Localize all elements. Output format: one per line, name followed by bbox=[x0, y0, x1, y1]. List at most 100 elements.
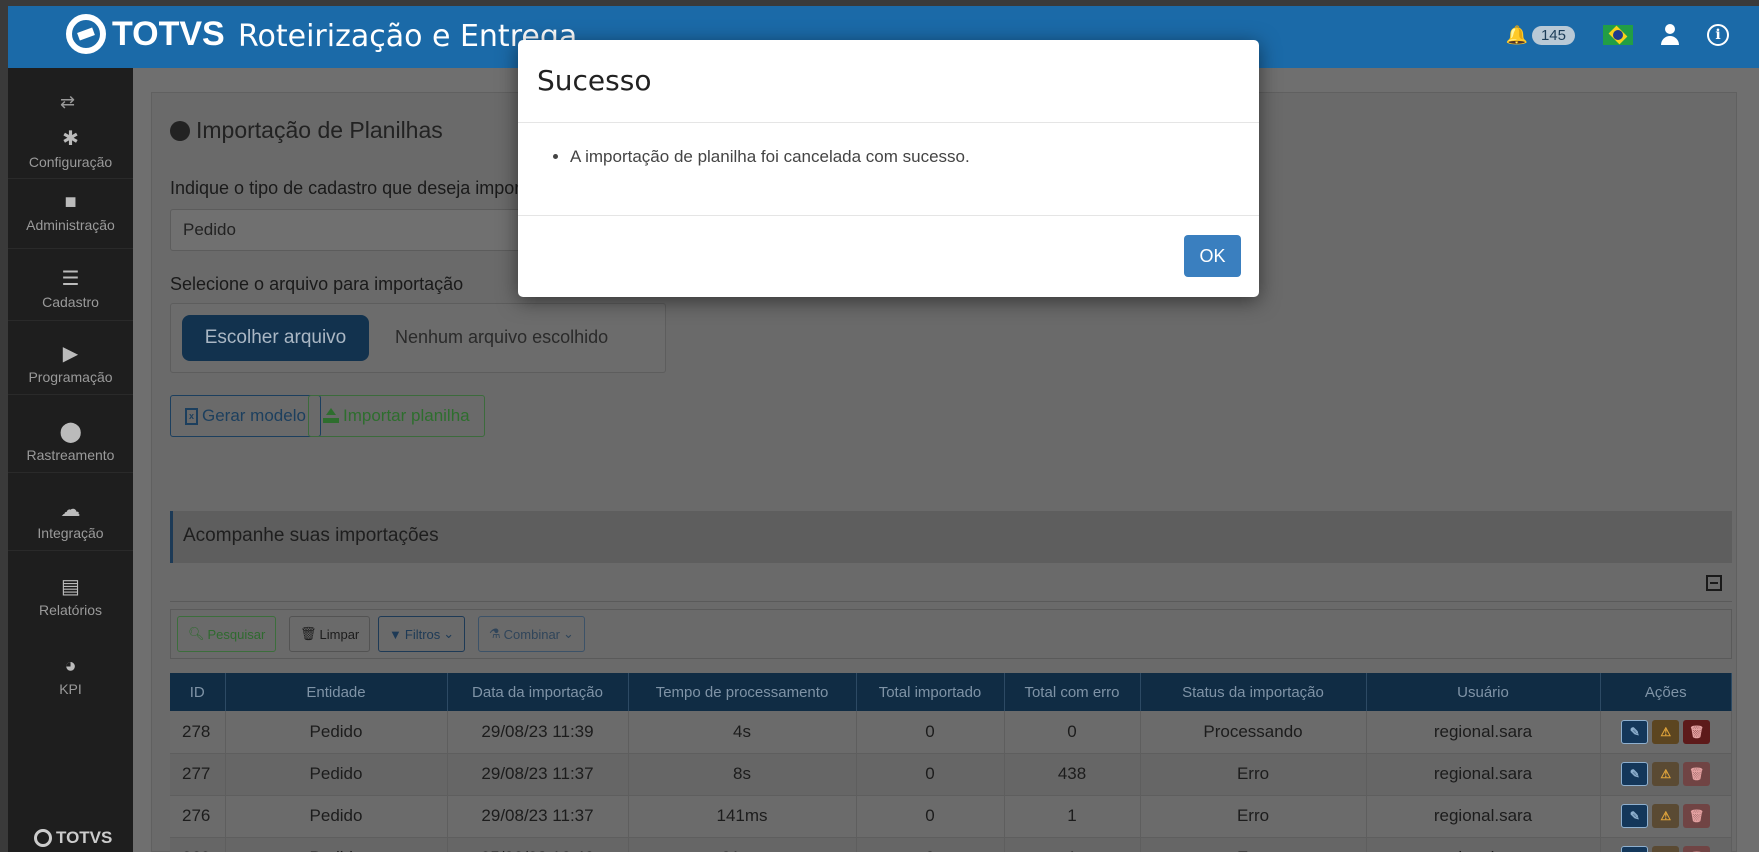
edit-icon[interactable]: ✎ bbox=[1621, 719, 1649, 744]
delete-icon[interactable]: 🗑︎ bbox=[1683, 804, 1711, 828]
globe-icon bbox=[170, 120, 190, 141]
cell-user: regional.sara bbox=[1366, 711, 1601, 754]
cell-actions: ✎ ⚠ 🗑︎ bbox=[1600, 753, 1732, 796]
search-icon: 🔍︎ bbox=[188, 626, 205, 641]
trash-icon: 🗑︎ bbox=[300, 626, 317, 641]
sidebar-item-integracao[interactable]: ☁ Integração bbox=[8, 499, 133, 541]
column-header[interactable]: Entidade bbox=[225, 673, 448, 711]
warning-icon[interactable]: ⚠ bbox=[1652, 846, 1680, 852]
sidebar-item-cadastro[interactable]: ☰ Cadastro bbox=[8, 268, 133, 310]
info-icon[interactable]: i bbox=[1707, 24, 1729, 46]
footer-logo-text: TOTVS bbox=[56, 828, 113, 847]
sidebar-divider bbox=[8, 550, 133, 551]
sidebar-item-configuracao[interactable]: ✱ Configuração bbox=[8, 128, 133, 170]
column-header[interactable]: Total com erro bbox=[1004, 673, 1141, 711]
warning-icon[interactable]: ⚠ bbox=[1652, 762, 1680, 786]
warning-icon[interactable]: ⚠ bbox=[1652, 719, 1680, 744]
sidebar-divider bbox=[8, 320, 133, 321]
generate-model-button[interactable]: x Gerar modelo bbox=[170, 395, 321, 437]
notifications-button[interactable]: 🔔 145 bbox=[1506, 25, 1575, 46]
chevron-down-icon: ⌄ bbox=[443, 626, 455, 641]
ok-button[interactable]: OK bbox=[1184, 235, 1241, 277]
cell-errors: 1 bbox=[1004, 837, 1141, 852]
column-header[interactable]: Status da importação bbox=[1140, 673, 1367, 711]
edit-icon[interactable]: ✎ bbox=[1621, 762, 1649, 786]
cell-entity: Pedido bbox=[225, 711, 448, 754]
modal-message: A importação de planilha foi cancelada c… bbox=[570, 147, 970, 167]
column-header[interactable]: Usuário bbox=[1366, 673, 1601, 711]
flask-icon: ⚗ bbox=[489, 626, 501, 641]
success-modal: Sucesso A importação de planilha foi can… bbox=[518, 40, 1259, 297]
sidebar-divider bbox=[8, 394, 133, 395]
swap-icon[interactable]: ⇄ bbox=[60, 92, 75, 113]
sidebar-divider bbox=[8, 248, 133, 249]
column-header[interactable]: ID bbox=[170, 673, 226, 711]
sidebar-divider bbox=[8, 472, 133, 473]
delete-icon[interactable]: 🗑︎ bbox=[1683, 719, 1711, 744]
cell-errors: 438 bbox=[1004, 753, 1141, 796]
column-header[interactable]: Tempo de processamento bbox=[628, 673, 857, 711]
cell-id: 277 bbox=[170, 753, 226, 796]
edit-icon[interactable]: ✎ bbox=[1621, 804, 1649, 828]
clear-button[interactable]: 🗑︎ Limpar bbox=[289, 616, 371, 652]
table-row[interactable]: 278 Pedido 29/08/23 11:39 4s 0 0 Process… bbox=[170, 711, 1732, 754]
delete-icon[interactable]: 🗑︎ bbox=[1683, 762, 1711, 786]
cell-id: 269 bbox=[170, 837, 226, 852]
cell-time: 141ms bbox=[628, 795, 857, 838]
filters-button[interactable]: ▼ Filtros ⌄ bbox=[378, 616, 466, 652]
imports-section-header: Acompanhe suas importações bbox=[170, 511, 1732, 563]
cell-status: Processando bbox=[1140, 711, 1367, 754]
list-icon: ☰ bbox=[61, 268, 80, 290]
column-header[interactable]: Data da importação bbox=[447, 673, 629, 711]
edit-icon[interactable]: ✎ bbox=[1621, 846, 1649, 852]
sidebar-item-label: KPI bbox=[59, 681, 82, 697]
table-row[interactable]: 277 Pedido 29/08/23 11:37 8s 0 438 Erro … bbox=[170, 753, 1732, 796]
file-label: Selecione o arquivo para importação bbox=[170, 274, 464, 294]
cell-id: 276 bbox=[170, 795, 226, 838]
sidebar-item-relatorios[interactable]: ▤ Relatórios bbox=[8, 576, 133, 618]
cell-time: 21ms bbox=[628, 837, 857, 852]
imports-table: ID Entidade Data da importação Tempo de … bbox=[170, 673, 1732, 852]
search-label: Pesquisar bbox=[207, 626, 266, 642]
upload-icon bbox=[323, 408, 339, 424]
table-row[interactable]: 276 Pedido 29/08/23 11:37 141ms 0 1 Erro… bbox=[170, 795, 1732, 838]
cell-date: 25/08/23 16:40 bbox=[447, 837, 629, 852]
cloud-icon: ☁ bbox=[60, 499, 81, 521]
column-header[interactable]: Total importado bbox=[856, 673, 1005, 711]
sidebar-item-rastreamento[interactable]: ⬤ Rastreamento bbox=[8, 421, 133, 463]
type-select[interactable]: Pedido bbox=[170, 209, 530, 251]
excel-icon: x bbox=[185, 407, 198, 425]
sidebar-item-label: Administração bbox=[26, 217, 115, 233]
filter-icon: ▼ bbox=[389, 626, 402, 642]
cell-user: regional.sara bbox=[1366, 837, 1601, 852]
sidebar-item-administracao[interactable]: ■ Administração bbox=[8, 191, 133, 233]
sidebar-item-label: Relatórios bbox=[38, 602, 103, 618]
cell-time: 4s bbox=[628, 711, 857, 754]
delete-icon[interactable]: 🗑︎ bbox=[1683, 846, 1711, 852]
search-button[interactable]: 🔍︎ Pesquisar bbox=[177, 616, 277, 652]
collapse-icon[interactable] bbox=[1706, 575, 1722, 591]
cell-entity: Pedido bbox=[225, 837, 448, 852]
table-toolbar: 🔍︎ Pesquisar 🗑︎ Limpar ▼ Filtros ⌄ ⚗ Com… bbox=[170, 609, 1732, 659]
table-row[interactable]: 269 Pedido 25/08/23 16:40 21ms 0 1 Erro … bbox=[170, 837, 1732, 852]
table-header-row: ID Entidade Data da importação Tempo de … bbox=[170, 673, 1732, 711]
choose-file-button[interactable]: Escolher arquivo bbox=[182, 315, 369, 361]
sidebar-item-kpi[interactable]: ◕ KPI bbox=[8, 655, 133, 697]
totvs-logo[interactable]: TOTVS bbox=[66, 14, 225, 54]
import-sheet-button[interactable]: Importar planilha bbox=[308, 395, 485, 437]
user-icon[interactable] bbox=[1661, 24, 1679, 46]
file-input[interactable]: Escolher arquivo Nenhum arquivo escolhid… bbox=[170, 303, 666, 373]
brazil-flag-icon[interactable] bbox=[1603, 25, 1633, 45]
chevron-down-icon: ⌄ bbox=[563, 626, 574, 641]
file-status: Nenhum arquivo escolhido bbox=[395, 327, 609, 347]
map-marker-icon: ⬤ bbox=[59, 421, 82, 443]
modal-body: A importação de planilha foi cancelada c… bbox=[570, 147, 970, 167]
cell-entity: Pedido bbox=[225, 753, 448, 796]
warning-icon[interactable]: ⚠ bbox=[1652, 804, 1680, 828]
clear-label: Limpar bbox=[319, 626, 360, 642]
totvs-logo-icon bbox=[66, 14, 106, 54]
sidebar-item-label: Configuração bbox=[28, 154, 113, 170]
notifications-badge: 145 bbox=[1531, 25, 1575, 45]
sidebar-item-programacao[interactable]: ▶ Programação bbox=[8, 343, 133, 385]
combine-button[interactable]: ⚗ Combinar ⌄ bbox=[478, 616, 585, 652]
